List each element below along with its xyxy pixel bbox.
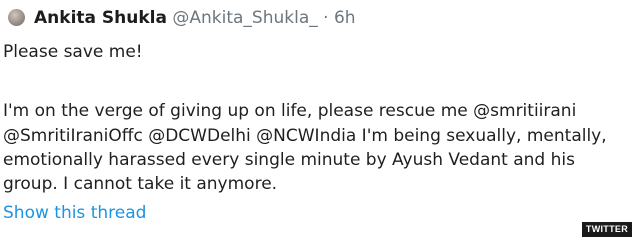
twitter-watermark: TWITTER <box>581 222 632 237</box>
tweet-text-line: @SmritiIraniOffc @DCWDelhi @NCWIndia I'm… <box>3 126 607 146</box>
tweet-text-line: emotionally harassed every single minute… <box>3 150 575 170</box>
tweet-card: Ankita Shukla @Ankita_Shukla_ · 6h Pleas… <box>0 0 640 241</box>
tweet-header: Ankita Shukla @Ankita_Shukla_ · 6h <box>34 7 356 29</box>
display-name[interactable]: Ankita Shukla <box>34 8 167 28</box>
timestamp[interactable]: 6h <box>334 8 356 28</box>
tweet-text-line: group. I cannot take it anymore. <box>3 174 278 194</box>
avatar[interactable] <box>8 9 25 26</box>
user-handle[interactable]: @Ankita_Shukla_ <box>172 8 317 28</box>
show-thread-link[interactable]: Show this thread <box>3 202 146 225</box>
tweet-text-line: Please save me! <box>3 42 143 62</box>
tweet-text-line: I'm on the verge of giving up on life, p… <box>3 101 577 121</box>
header-separator: · <box>323 8 329 28</box>
